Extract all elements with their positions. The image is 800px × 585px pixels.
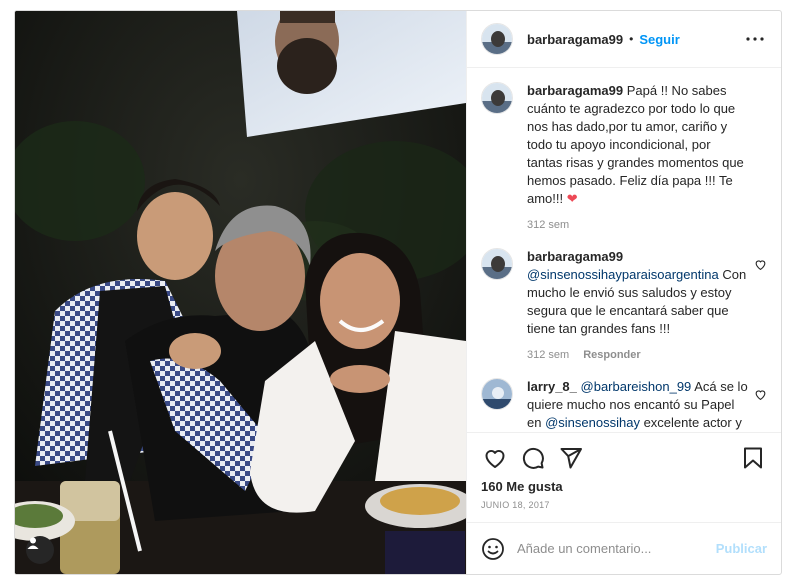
red-heart-emoji: ❤ [566, 191, 578, 206]
save-bookmark-icon[interactable] [739, 444, 767, 472]
bookmark-outline-icon [744, 447, 762, 469]
author-avatar[interactable] [481, 23, 513, 55]
comment-mention[interactable]: @barbareishon_99 [581, 379, 692, 394]
comment-avatar[interactable] [481, 378, 513, 410]
comment-username[interactable]: barbaragama99 [527, 248, 749, 266]
instagram-post: barbaragama99 • Seguir barbaragama99 Pap… [14, 10, 782, 575]
action-icon-row [481, 443, 767, 473]
comment-body: barbaragama99 @sinsenossihayparaisoargen… [527, 248, 767, 364]
caption-meta: 312 sem [527, 216, 749, 234]
separator-dot: • [629, 32, 634, 46]
emoji-smiley-icon[interactable] [481, 537, 505, 561]
avatar-image [482, 249, 512, 279]
author-username[interactable]: barbaragama99 [527, 32, 623, 47]
heart-outline-icon [485, 450, 505, 468]
post-photo[interactable] [15, 11, 466, 574]
smiley-face-icon [482, 537, 504, 560]
comment-item: larry_8_ @barbareishon_99 Acá se lo quie… [481, 378, 767, 432]
post-date[interactable]: JUNIO 18, 2017 [481, 500, 767, 522]
like-heart-icon[interactable] [481, 444, 509, 472]
avatar-image [482, 379, 512, 409]
caption-text: Papá !! No sabes cuánto te agradezco por… [527, 83, 744, 206]
caption-body: barbaragama99 Papá !! No sabes cuánto te… [527, 82, 767, 234]
user-silhouette-icon [27, 537, 39, 549]
caption-username[interactable]: barbaragama99 [527, 83, 623, 98]
comment-body: larry_8_ @barbareishon_99 Acá se lo quie… [527, 378, 767, 432]
comment-mention-2[interactable]: @sinsenossihay [545, 415, 640, 430]
avatar-image [482, 24, 512, 54]
caption-text-block: barbaragama99 Papá !! No sabes cuánto te… [527, 82, 749, 208]
caption-avatar[interactable] [481, 82, 513, 114]
comment-item: barbaragama99 @sinsenossihayparaisoargen… [481, 248, 767, 364]
caption-time[interactable]: 312 sem [527, 216, 569, 234]
reply-button[interactable]: Responder [583, 346, 640, 364]
comment-text-block: barbaragama99 @sinsenossihayparaisoargen… [527, 248, 749, 338]
avatar-image [482, 83, 512, 113]
like-comment-heart-icon[interactable] [754, 258, 767, 271]
post-actions: 160 Me gusta JUNIO 18, 2017 [467, 432, 781, 522]
comments-list[interactable]: barbaragama99 Papá !! No sabes cuánto te… [467, 68, 781, 432]
comment-meta: 312 sem Responder [527, 346, 749, 364]
tagged-user-icon[interactable] [26, 536, 54, 564]
family-photo-illustration [15, 11, 466, 574]
likes-count[interactable]: 160 Me gusta [481, 479, 767, 494]
share-paper-plane-icon[interactable] [557, 444, 585, 472]
paper-plane-icon [560, 448, 582, 469]
speech-bubble-icon [522, 447, 544, 469]
comment-text-block: larry_8_ @barbareishon_99 Acá se lo quie… [527, 378, 749, 432]
post-side-panel: barbaragama99 • Seguir barbaragama99 Pap… [466, 11, 781, 574]
comment-input[interactable] [517, 541, 716, 556]
comment-username[interactable]: larry_8_ [527, 379, 577, 394]
comment-bubble-icon[interactable] [519, 444, 547, 472]
more-horizontal-icon [746, 37, 764, 41]
follow-button[interactable]: Seguir [639, 32, 679, 47]
caption: barbaragama99 Papá !! No sabes cuánto te… [481, 82, 767, 234]
like-comment-heart-icon[interactable] [754, 388, 767, 401]
comment-time[interactable]: 312 sem [527, 346, 569, 364]
comment-mention[interactable]: @sinsenossihayparaisoargentina [527, 267, 719, 282]
add-comment-bar: Publicar [467, 522, 781, 574]
comment-avatar[interactable] [481, 248, 513, 280]
publish-button[interactable]: Publicar [716, 541, 767, 556]
more-options-icon[interactable] [743, 27, 767, 51]
post-header: barbaragama99 • Seguir [467, 11, 781, 68]
